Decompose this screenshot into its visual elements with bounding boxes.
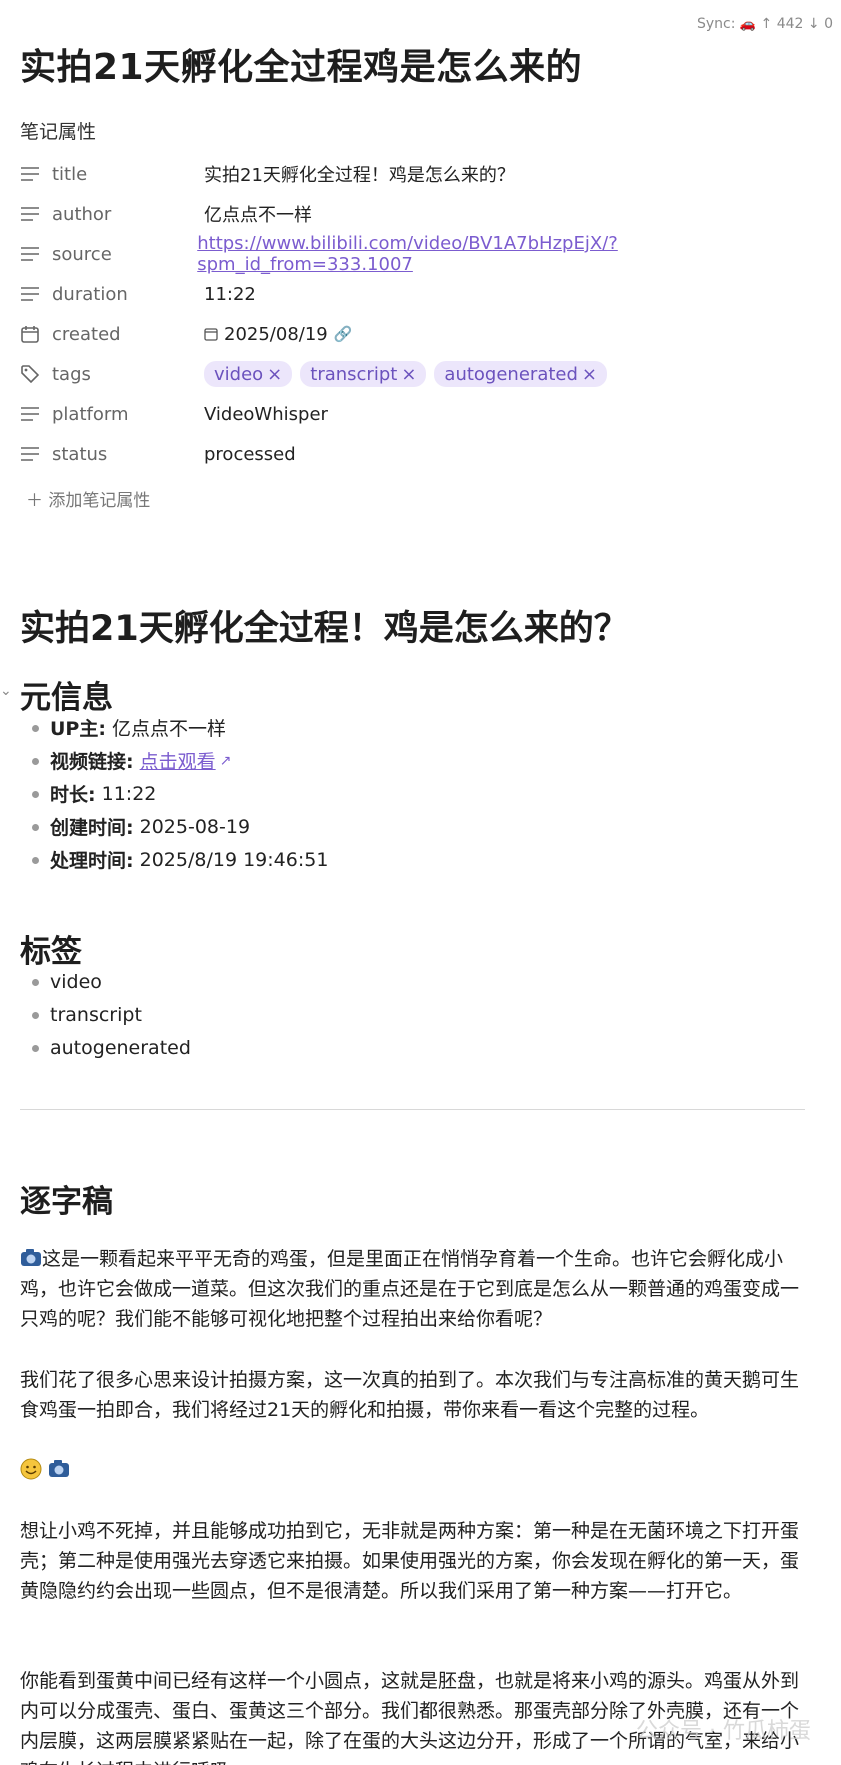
text-lines-icon: [20, 244, 40, 264]
properties-heading[interactable]: 笔记属性: [20, 117, 96, 144]
property-tags[interactable]: tags video × transcript × autogenerated ×: [20, 354, 810, 394]
sync-pending: ↓ 0: [807, 16, 833, 32]
date-value[interactable]: 2025/08/19: [224, 324, 328, 345]
property-key: tags: [52, 363, 91, 385]
plus-icon: ＋: [26, 491, 43, 511]
tag-pill[interactable]: video ×: [204, 361, 293, 387]
add-property-button[interactable]: ＋ 添加笔记属性: [26, 486, 150, 511]
property-title[interactable]: title 实拍21天孵化全过程！鸡是怎么来的？: [20, 154, 810, 194]
property-value[interactable]: 11:22: [204, 284, 256, 305]
list-item: 处理时间: 2025/8/19 19:46:51: [30, 843, 328, 876]
calendar-icon: [20, 324, 40, 344]
remove-tag-icon[interactable]: ×: [267, 364, 282, 385]
chevron-down-icon[interactable]: ⌄: [0, 683, 12, 699]
remove-tag-icon[interactable]: ×: [582, 364, 597, 385]
property-value[interactable]: 实拍21天孵化全过程！鸡是怎么来的？: [204, 161, 515, 187]
tag-pill[interactable]: autogenerated ×: [434, 361, 607, 387]
watermark: 公众号 · 竹瓜柿蛋: [636, 1719, 811, 1744]
text-lines-icon: [20, 204, 40, 224]
property-value[interactable]: 亿点点不一样: [204, 201, 312, 227]
calendar-icon: [204, 327, 218, 341]
transcript-paragraph: 想让小鸡不死掉，并且能够成功拍到它，无非就是两种方案：第一种是在无菌环境之下打开…: [20, 1520, 800, 1602]
property-key: source: [52, 243, 112, 265]
note-page: Sync: 🚗 ↑ 442 ↓ 0 实拍21天孵化全过程鸡是怎么来的 笔记属性 …: [0, 0, 841, 1765]
video-link[interactable]: 点击观看: [140, 747, 216, 774]
property-key: title: [52, 163, 88, 185]
list-item: UP主: 亿点点不一样: [30, 711, 328, 744]
content-heading: 实拍21天孵化全过程！鸡是怎么来的？: [20, 609, 629, 649]
list-item: transcript: [30, 998, 191, 1031]
list-item: 视频链接: 点击观看 ↗: [30, 744, 328, 777]
car-icon: 🚗: [739, 17, 757, 32]
property-value[interactable]: VideoWhisper: [204, 404, 328, 425]
property-platform[interactable]: platform VideoWhisper: [20, 394, 810, 434]
tags-list: video transcript autogenerated: [30, 965, 191, 1064]
transcript-heading: 逐字稿: [20, 1184, 113, 1220]
emoji-line: [20, 1455, 810, 1485]
remove-tag-icon[interactable]: ×: [401, 364, 416, 385]
list-item: 创建时间: 2025-08-19: [30, 810, 328, 843]
property-value[interactable]: processed: [204, 444, 296, 465]
sync-uploaded: ↑ 442: [760, 16, 804, 32]
property-author[interactable]: author 亿点点不一样: [20, 194, 810, 234]
tag-icon: [20, 364, 40, 384]
property-key: status: [52, 443, 108, 465]
text-lines-icon: [20, 164, 40, 184]
horizontal-divider: [20, 1109, 805, 1110]
property-status[interactable]: status processed: [20, 434, 810, 474]
list-item: 时长: 11:22: [30, 777, 328, 810]
transcript-paragraph: 这是一颗看起来平平无奇的鸡蛋，但是里面正在悄悄孕育着一个生命。也许它会孵化成小鸡…: [20, 1247, 800, 1330]
camera-icon: [48, 1458, 70, 1480]
properties-panel: title 实拍21天孵化全过程！鸡是怎么来的？ author 亿点点不一样 s…: [20, 154, 810, 474]
tag-pill[interactable]: transcript ×: [300, 361, 427, 387]
property-key: created: [52, 323, 121, 345]
property-created[interactable]: created 2025/08/19 🔗: [20, 314, 810, 354]
external-link-icon: ↗: [219, 752, 232, 769]
note-title[interactable]: 实拍21天孵化全过程鸡是怎么来的: [20, 38, 582, 90]
smiley-icon: [20, 1458, 42, 1480]
list-item: autogenerated: [30, 1031, 191, 1064]
sync-label: Sync:: [696, 16, 736, 32]
meta-list: UP主: 亿点点不一样 视频链接: 点击观看 ↗ 时长: 11:22 创建时间: 2025…: [30, 711, 328, 876]
source-link[interactable]: https://www.bilibili.com/video/BV1A7bHzp…: [197, 233, 810, 275]
property-source[interactable]: source https://www.bilibili.com/video/BV…: [20, 233, 810, 275]
text-lines-icon: [20, 444, 40, 464]
camera-icon: [20, 1247, 42, 1269]
link-icon[interactable]: 🔗: [334, 325, 353, 343]
property-key: platform: [52, 403, 129, 425]
list-item: video: [30, 965, 191, 998]
transcript-paragraph: 我们花了很多心思来设计拍摄方案，这一次真的拍到了。本次我们与专注高标准的黄天鹅可…: [20, 1369, 800, 1421]
sync-status[interactable]: Sync: 🚗 ↑ 442 ↓ 0: [697, 16, 833, 32]
property-key: duration: [52, 283, 128, 305]
property-key: author: [52, 203, 112, 225]
text-lines-icon: [20, 404, 40, 424]
text-lines-icon: [20, 284, 40, 304]
property-duration[interactable]: duration 11:22: [20, 274, 810, 314]
